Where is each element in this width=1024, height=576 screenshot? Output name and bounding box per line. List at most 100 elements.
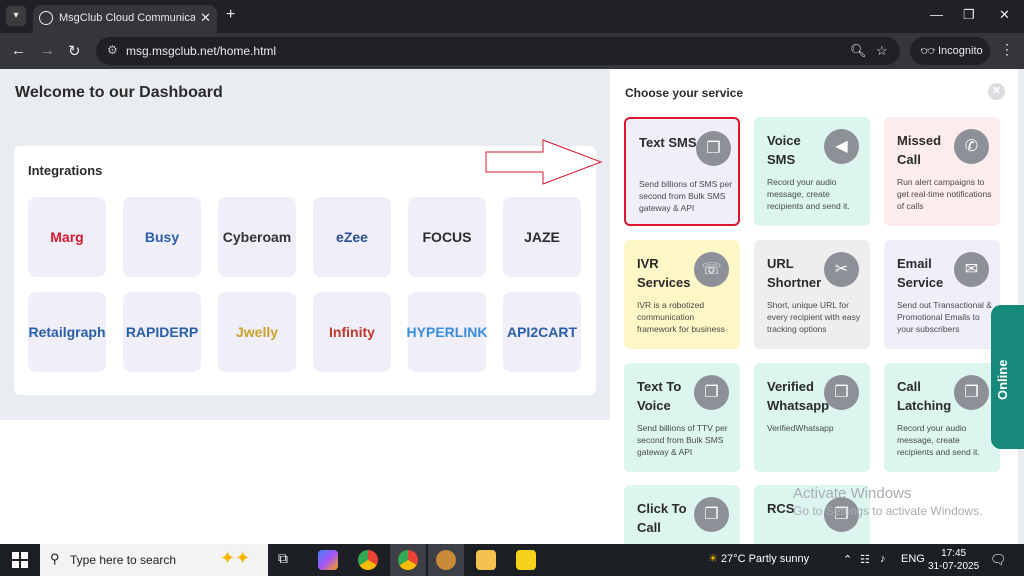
network-icon[interactable]: ☷ (860, 553, 870, 566)
search-placeholder[interactable]: Type here to search (70, 553, 176, 567)
page-title: Welcome to our Dashboard (15, 84, 223, 101)
service-card-click-to-call[interactable]: Click To Call ❐ (624, 485, 740, 544)
weather-widget[interactable]: ☀ 27°C Partly sunny (708, 552, 809, 565)
language-indicator[interactable]: ENG (901, 553, 925, 565)
back-button[interactable]: ← (11, 42, 26, 59)
incognito-icon: 👓︎ (920, 44, 936, 58)
service-card-missed-call[interactable]: Missed Call ✆ Run alert campaigns to get r… (884, 117, 1000, 226)
chrome-icon[interactable] (358, 550, 378, 570)
integration-name: API2CART (506, 324, 577, 340)
integration-name: eZee (336, 229, 368, 245)
service-description: Record your audio message, create recipi… (767, 177, 850, 211)
address-bar[interactable]: ⚙ msg.msgclub.net/home.html 🔍︎ ☆ (96, 37, 900, 65)
scissors-icon: ✂ (824, 252, 859, 287)
tray-chevron-icon[interactable]: ⌃ (843, 553, 852, 566)
browser-tab-bar: ▾ MsgClub Cloud Communication ✕ + — ❐ ✕ (0, 0, 1024, 33)
chat-icon: ❐ (824, 375, 859, 410)
tab-favicon-icon (39, 11, 53, 25)
service-card-url-shortner[interactable]: URL Shortner ✂ Short, unique URL for every… (754, 240, 870, 349)
zoom-icon[interactable]: 🔍︎ (850, 43, 867, 59)
taskbar-search-box[interactable]: ⚲ Type here to search ✦✦ (40, 544, 268, 576)
weather-temperature: 27°C (720, 553, 746, 565)
service-card-voice-sms[interactable]: Voice SMS ◀ Record your audio message, cre… (754, 117, 870, 226)
integration-name: Busy (144, 229, 180, 245)
url-text[interactable]: msg.msgclub.net/home.html (126, 44, 276, 58)
integration-logo-infinity[interactable]: Infinity (313, 292, 391, 372)
service-title: Click To Call (637, 501, 687, 535)
tab-close-icon[interactable]: ✕ (200, 10, 211, 26)
taskbar: ⚲ Type here to search ✦✦ ⧉ ☀ 27°C Partly… (0, 544, 1024, 576)
integration-logo-api2cart[interactable]: API2CART (503, 292, 581, 372)
tab-title: MsgClub Cloud Communication (59, 12, 195, 24)
integration-logo-marg[interactable]: Marg (28, 197, 106, 277)
search-highlight-icon: ✦✦ (220, 548, 251, 568)
system-clock[interactable]: 17:45 31-07-2025 (928, 547, 979, 573)
integration-name: Infinity (329, 324, 375, 340)
tab-search-button[interactable]: ▾ (6, 6, 26, 26)
integration-logo-cyberoam[interactable]: Cyberoam (218, 197, 296, 277)
service-card-email-service[interactable]: Email Service ✉ Send out Transactional & P… (884, 240, 1000, 349)
chat-icon: ❐ (694, 375, 729, 410)
service-title: IVR Services (637, 256, 691, 290)
megaphone-icon: ◀ (824, 129, 859, 164)
service-description: IVR is a robotized communication framewo… (637, 300, 725, 334)
integration-logo-rapiderp[interactable]: RAPIDERP (123, 292, 201, 372)
notification-icon[interactable]: 🗨︎ (990, 552, 1007, 568)
integration-logo-jaze[interactable]: JAZE (503, 197, 581, 277)
service-card-text-to-voice[interactable]: Text To Voice ❐ Send billions of TTV per s… (624, 363, 740, 472)
close-window-button[interactable]: ✕ (999, 7, 1010, 23)
chat-icon: ❐ (954, 375, 989, 410)
integration-name: Cyberoam (222, 229, 292, 245)
service-card-text-sms[interactable]: Text SMS ❐ Send billions of SMS per second… (624, 117, 740, 226)
sticky-notes-icon[interactable] (516, 550, 536, 570)
file-explorer-icon[interactable] (476, 550, 496, 570)
integration-name: Marg (50, 229, 84, 245)
page-lower-area (0, 420, 611, 544)
ivr-icon: ☏ (694, 252, 729, 287)
site-info-icon[interactable]: ⚙ (107, 43, 118, 57)
service-card-call-latching[interactable]: Call Latching ❐ Record your audio message,… (884, 363, 1000, 472)
windows-start-icon[interactable] (12, 552, 28, 568)
integration-logo-busy[interactable]: Busy (123, 197, 201, 277)
restore-button[interactable]: ❐ (963, 7, 975, 23)
integration-name: HYPERLINK (406, 324, 488, 340)
clock-time: 17:45 (941, 548, 967, 559)
service-card-ivr-services[interactable]: IVR Services ☏ IVR is a robotized communic… (624, 240, 740, 349)
service-card-verified-whatsapp[interactable]: Verified Whatsapp ❐ VerifiedWhatsapp (754, 363, 870, 472)
weather-description: Partly sunny (748, 553, 810, 565)
volume-icon[interactable]: ♪ (880, 553, 886, 565)
search-icon: ⚲ (50, 551, 60, 566)
browser-menu-icon[interactable]: ⋮ (1000, 41, 1014, 58)
pointer-arrow-icon (485, 139, 603, 185)
service-description: Send billions of SMS per second from Bul… (639, 179, 733, 213)
copilot-icon[interactable] (318, 550, 338, 570)
forward-button[interactable]: → (40, 42, 55, 59)
service-title: Voice SMS (767, 133, 801, 167)
integrations-title: Integrations (28, 163, 103, 178)
reload-button[interactable]: ↻ (68, 42, 81, 60)
paint-icon[interactable] (436, 550, 456, 570)
integration-logo-jwelly[interactable]: Jwelly (218, 292, 296, 372)
service-description: Run alert campaigns to get real-time not… (897, 177, 992, 211)
incognito-badge[interactable]: 👓︎ Incognito (910, 37, 990, 65)
service-description: Send out Transactional & Promotional Ema… (897, 300, 992, 334)
bookmark-star-icon[interactable]: ☆ (876, 43, 888, 59)
chat-icon: ❐ (696, 131, 731, 166)
chrome-incognito-icon[interactable] (398, 550, 418, 570)
activate-windows-subtitle: Go to Settings to activate Windows. (793, 504, 983, 518)
browser-tab[interactable]: MsgClub Cloud Communication ✕ (33, 5, 217, 33)
integration-logo-focus[interactable]: FOCUS (408, 197, 486, 277)
integration-logo-hyperlink[interactable]: HYPERLINK (406, 292, 488, 372)
phone-icon: ✆ (954, 129, 989, 164)
close-icon[interactable]: ✕ (988, 83, 1005, 100)
integration-logo-retailgraph[interactable]: Retailgraph (28, 292, 106, 372)
integration-name: FOCUS (422, 229, 472, 245)
new-tab-button[interactable]: + (226, 6, 235, 24)
task-view-icon[interactable]: ⧉ (278, 550, 298, 570)
online-chat-tab[interactable]: Online (991, 305, 1024, 449)
service-title: Missed Call (897, 133, 942, 167)
integration-logo-ezee[interactable]: eZee (313, 197, 391, 277)
minimize-button[interactable]: — (930, 7, 943, 22)
service-title: Verified Whatsapp (767, 379, 830, 413)
service-title: Text To Voice (637, 379, 682, 413)
